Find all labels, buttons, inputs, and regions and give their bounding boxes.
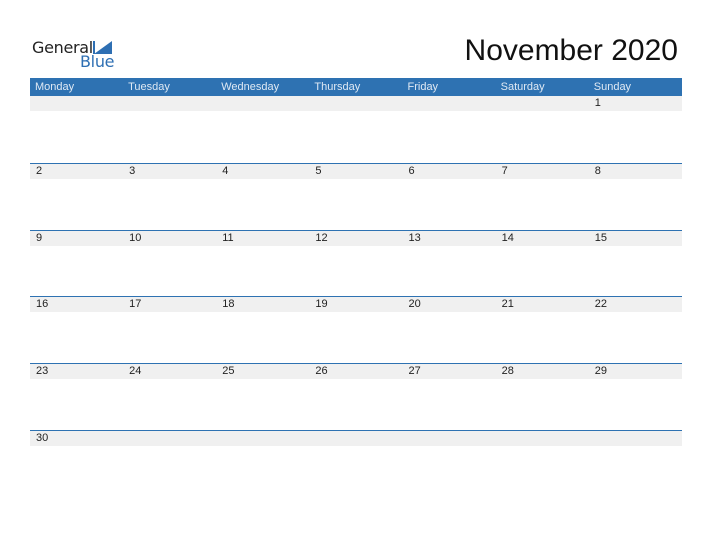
week-row: 23 24 25 26 27 28 29 bbox=[30, 363, 682, 379]
date-strip: 23 24 25 26 27 28 29 bbox=[30, 364, 682, 379]
weekday-header: Monday Tuesday Wednesday Thursday Friday… bbox=[30, 78, 682, 96]
date-strip: 16 17 18 19 20 21 22 bbox=[30, 297, 682, 312]
week-row: 9 10 11 12 13 14 15 bbox=[30, 230, 682, 246]
day-cell: 19 bbox=[315, 298, 328, 310]
weekday-thursday: Thursday bbox=[314, 81, 361, 93]
weekday-sunday: Sunday bbox=[593, 81, 632, 93]
weekday-saturday: Saturday bbox=[500, 81, 545, 93]
day-cell: 21 bbox=[501, 298, 514, 310]
day-cell: 1 bbox=[594, 97, 601, 109]
day-cell bbox=[123, 431, 216, 446]
date-strip: 9 10 11 12 13 14 15 bbox=[30, 231, 682, 246]
day-cell: 26 bbox=[315, 365, 328, 377]
day-cell: 7 bbox=[501, 165, 508, 177]
day-cell: 3 bbox=[129, 165, 136, 177]
day-cell bbox=[496, 431, 589, 446]
weekday-tuesday: Tuesday bbox=[128, 81, 170, 93]
day-cell: 12 bbox=[315, 232, 328, 244]
weekday-friday: Friday bbox=[407, 81, 439, 93]
logo-blue-text: Blue bbox=[80, 52, 115, 71]
week-row: 2 3 4 5 6 7 8 bbox=[30, 163, 682, 179]
day-cell: 14 bbox=[501, 232, 514, 244]
day-cell bbox=[403, 431, 496, 446]
day-cell: 9 bbox=[36, 232, 43, 244]
date-strip: 2 3 4 5 6 7 8 bbox=[30, 164, 682, 179]
day-cell: 8 bbox=[594, 165, 601, 177]
day-cell bbox=[30, 96, 123, 111]
day-cell: 2 bbox=[36, 165, 43, 177]
day-cell: 4 bbox=[222, 165, 229, 177]
day-cell: 5 bbox=[315, 165, 322, 177]
day-cell: 23 bbox=[36, 365, 49, 377]
day-cell: 27 bbox=[408, 365, 421, 377]
weekday-wednesday: Wednesday bbox=[221, 81, 280, 93]
day-cell: 10 bbox=[129, 232, 142, 244]
day-cell: 11 bbox=[222, 232, 234, 244]
day-cell bbox=[496, 96, 589, 111]
day-cell bbox=[589, 431, 682, 446]
day-cell: 6 bbox=[408, 165, 415, 177]
day-cell bbox=[216, 431, 309, 446]
day-cell: 22 bbox=[594, 298, 607, 310]
day-cell: 28 bbox=[501, 365, 514, 377]
day-cell: 13 bbox=[408, 232, 421, 244]
weekday-monday: Monday bbox=[35, 81, 75, 93]
day-cell bbox=[216, 96, 309, 111]
day-cell: 29 bbox=[594, 365, 607, 377]
logo: General Blue bbox=[32, 38, 122, 71]
page-title: November 2020 bbox=[464, 34, 678, 67]
day-cell bbox=[309, 96, 402, 111]
day-cell: 24 bbox=[129, 365, 142, 377]
week-row: 1 bbox=[30, 96, 682, 111]
week-row: 16 17 18 19 20 21 22 bbox=[30, 296, 682, 312]
day-cell: 25 bbox=[222, 365, 235, 377]
day-cell bbox=[123, 96, 216, 111]
day-cell: 18 bbox=[222, 298, 235, 310]
day-cell: 15 bbox=[594, 232, 607, 244]
day-cell: 30 bbox=[36, 432, 49, 444]
day-cell bbox=[309, 431, 402, 446]
day-cell bbox=[403, 96, 496, 111]
day-cell: 17 bbox=[129, 298, 142, 310]
week-row: 30 bbox=[30, 430, 682, 446]
date-strip: 30 bbox=[30, 431, 682, 446]
day-cell: 16 bbox=[36, 298, 49, 310]
date-strip: 1 bbox=[30, 96, 682, 111]
day-cell: 20 bbox=[408, 298, 421, 310]
